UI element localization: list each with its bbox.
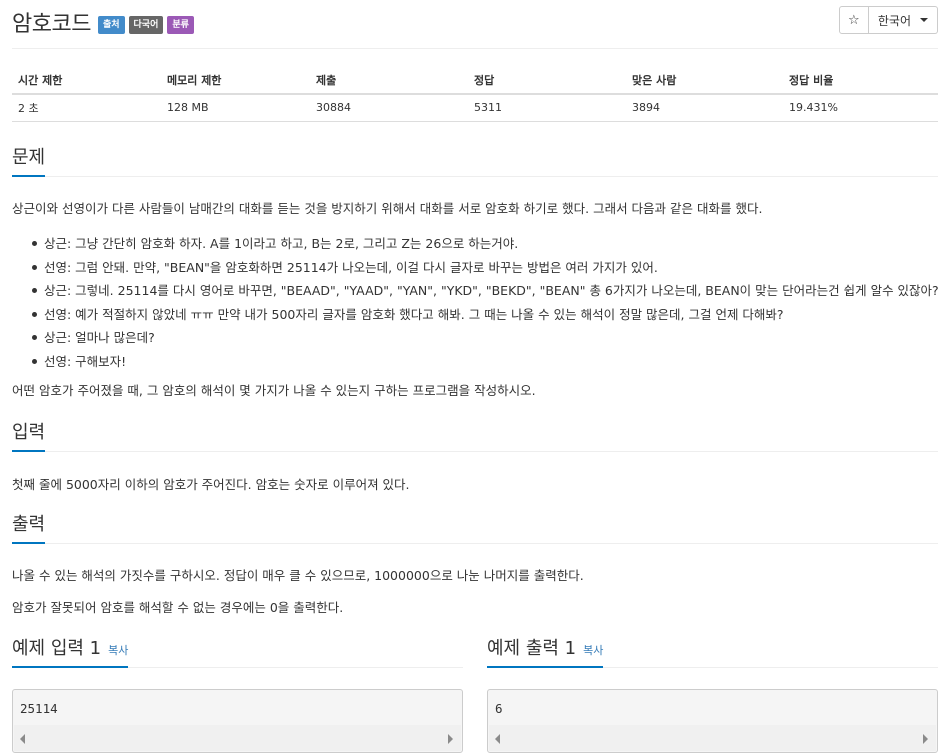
list-item: 상근: 그렇네. 25114를 다시 영어로 바꾸면, "BEAAD", "YA… [12, 279, 939, 303]
output-section-heading: 출력 [12, 508, 938, 544]
dialog-list: 상근: 그냥 간단히 암호화 하자. A를 1이라고 하고, B는 2로, 그리… [12, 232, 939, 373]
sample-output-heading: 예제 출력 1 복사 [487, 632, 938, 668]
sample-input-heading: 예제 입력 1 복사 [12, 632, 463, 668]
problem-task: 어떤 암호가 주어졌을 때, 그 암호의 해석이 몇 가지가 나올 수 있는지 … [12, 383, 536, 398]
sample-output-title: 예제 출력 1 [487, 638, 577, 659]
badge-source[interactable]: 출처 [97, 16, 125, 34]
output-heading: 출력 [12, 510, 46, 544]
language-label: 한국어 [877, 13, 911, 28]
sample-input-title-wrap: 예제 입력 1 복사 [12, 634, 129, 668]
horizontal-scrollbar[interactable] [489, 725, 936, 751]
header-accept-ratio: 정답 비율 [783, 66, 938, 95]
header-memory-limit: 메모리 제한 [161, 66, 310, 95]
list-item: 선영: 구해보자! [12, 350, 939, 374]
title-row: 암호코드 출처 다국어 분류 [12, 6, 194, 38]
sample-input-box[interactable]: 25114 [12, 689, 463, 753]
sample-input-title: 예제 입력 1 [12, 638, 102, 659]
sample-output-value: 6 [495, 701, 503, 716]
problem-intro: 상근이와 선영이가 다른 사람들이 남매간의 대화를 듣는 것을 방지하기 위해… [12, 201, 763, 216]
input-description: 첫째 줄에 5000자리 이하의 암호가 주어진다. 암호는 숫자로 이루어져 … [12, 477, 410, 492]
value-time-limit: 2 초 [12, 94, 161, 122]
problem-info-table: 시간 제한 메모리 제한 제출 정답 맞은 사람 정답 비율 2 초 128 M… [12, 66, 938, 122]
scroll-left-icon[interactable] [20, 734, 25, 744]
list-item: 상근: 그냥 간단히 암호화 하자. A를 1이라고 하고, B는 2로, 그리… [12, 232, 939, 256]
header-accepted: 정답 [468, 66, 626, 95]
header-time-limit: 시간 제한 [12, 66, 161, 95]
value-solved-users: 3894 [626, 94, 783, 122]
value-submissions: 30884 [310, 94, 468, 122]
list-item: 선영: 예가 적절하지 않았네 ㅠㅠ 만약 내가 500자리 글자를 암호화 했… [12, 303, 939, 327]
list-item: 상근: 얼마나 많은데? [12, 326, 939, 350]
list-item: 선영: 그럼 안돼. 만약, "BEAN"을 암호화하면 25114가 나오는데… [12, 256, 939, 280]
output-description-2: 암호가 잘못되어 암호를 해석할 수 없는 경우에는 0을 출력한다. [12, 600, 344, 615]
badge-multilingual[interactable]: 다국어 [128, 16, 164, 34]
scroll-right-icon[interactable] [923, 734, 928, 744]
value-accepted: 5311 [468, 94, 626, 122]
copy-output-link[interactable]: 복사 [583, 642, 603, 658]
copy-input-link[interactable]: 복사 [108, 642, 128, 658]
table-header-row: 시간 제한 메모리 제한 제출 정답 맞은 사람 정답 비율 [12, 66, 938, 95]
badge-category[interactable]: 분류 [167, 16, 194, 34]
table-row: 2 초 128 MB 30884 5311 3894 19.431% [12, 94, 938, 122]
value-accept-ratio: 19.431% [783, 94, 938, 122]
top-controls: ☆ 한국어 [838, 6, 938, 34]
page-title: 암호코드 [12, 12, 91, 37]
scroll-left-icon[interactable] [495, 734, 500, 744]
star-button[interactable]: ☆ [838, 6, 869, 34]
input-section-heading: 입력 [12, 416, 938, 452]
sample-output-title-wrap: 예제 출력 1 복사 [487, 634, 604, 668]
sample-output-box[interactable]: 6 [487, 689, 938, 753]
value-memory-limit: 128 MB [161, 94, 310, 122]
horizontal-scrollbar[interactable] [14, 725, 461, 751]
title-divider [12, 48, 938, 49]
caret-down-icon [920, 18, 928, 22]
scroll-right-icon[interactable] [448, 734, 453, 744]
problem-section-heading: 문제 [12, 141, 938, 177]
language-dropdown[interactable]: 한국어 [868, 6, 938, 34]
header-solved-users: 맞은 사람 [626, 66, 783, 95]
star-icon: ☆ [848, 12, 860, 28]
sample-input-value: 25114 [20, 701, 58, 716]
problem-heading: 문제 [12, 143, 46, 177]
input-heading: 입력 [12, 418, 46, 452]
header-submissions: 제출 [310, 66, 468, 95]
output-description-1: 나올 수 있는 해석의 가짓수를 구하시오. 정답이 매우 클 수 있으므로, … [12, 568, 584, 583]
